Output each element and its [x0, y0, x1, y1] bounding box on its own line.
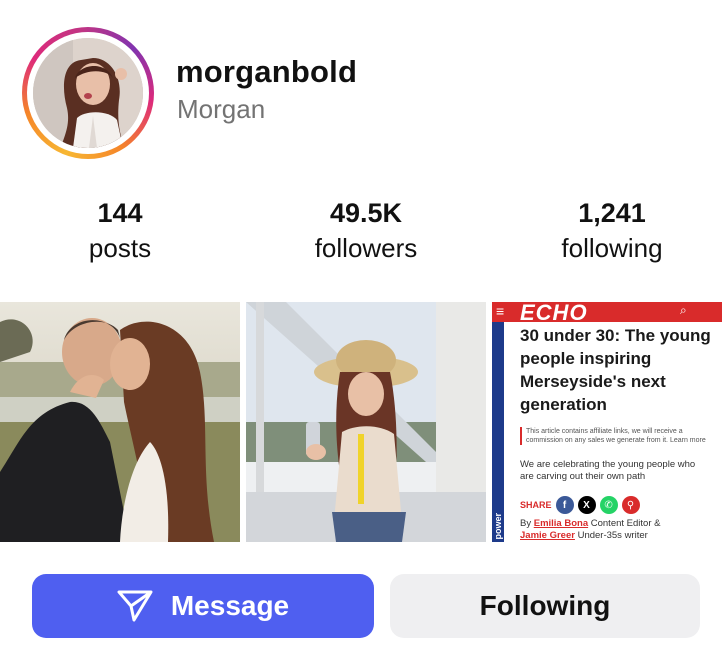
menu-icon: ≡ [496, 303, 505, 319]
stat-posts[interactable]: 144 posts [20, 196, 220, 266]
stat-followers[interactable]: 49.5K followers [266, 196, 466, 266]
profile-actions: Message Following [0, 574, 722, 638]
article-lead: We are celebrating the young people who … [520, 459, 696, 482]
profile-photo [33, 38, 143, 148]
whatsapp-icon: ✆ [599, 496, 618, 514]
x-icon: X [577, 496, 596, 514]
stat-posts-label: posts [88, 233, 152, 263]
article-byline: By Emilia Bona Content Editor & Jamie Gr… [520, 518, 720, 542]
side-strip-text: The power [493, 512, 503, 542]
search-icon: ⌕ [680, 303, 687, 317]
stat-followers-label: followers [314, 233, 418, 263]
message-button-label: Message [170, 590, 290, 621]
post-tile-2[interactable] [246, 302, 486, 542]
message-button[interactable]: Message [32, 574, 374, 638]
send-icon [117, 590, 153, 622]
post-grid: ≡ ECHO ⌕ The power 30 under 30: The youn… [0, 302, 722, 542]
author-2: Jamie Greer [520, 530, 575, 541]
article-title: 30 under 30: The young people inspiring … [520, 326, 711, 414]
full-name: Morgan [177, 94, 266, 124]
side-strip: The power [492, 322, 504, 542]
echo-header-bar: ≡ ECHO ⌕ [492, 302, 722, 325]
post-tile-1[interactable] [0, 302, 240, 542]
stat-following-value: 1,241 [578, 198, 646, 228]
author-2-role: Under-35s writer [577, 530, 648, 541]
following-button-label: Following [479, 590, 611, 621]
author-1: Emilia Bona [533, 518, 589, 529]
link-icon: ⚲ [621, 496, 640, 514]
stat-posts-value: 144 [97, 198, 143, 228]
post-tile-3[interactable]: ≡ ECHO ⌕ The power 30 under 30: The youn… [492, 302, 722, 542]
share-row: SHARE f X ✆ ⚲ [520, 496, 640, 514]
profile-header: morganbold Morgan [0, 0, 722, 170]
share-label: SHARE [520, 500, 552, 510]
stat-following[interactable]: 1,241 following [512, 196, 712, 266]
author-1-role: Content Editor & [590, 518, 661, 529]
byline-prefix: By [520, 518, 532, 529]
following-button[interactable]: Following [390, 574, 700, 638]
facebook-icon: f [555, 496, 574, 514]
echo-logo: ECHO [520, 302, 588, 325]
stat-following-label: following [561, 233, 663, 263]
avatar[interactable] [22, 27, 154, 159]
stat-followers-value: 49.5K [329, 198, 403, 228]
username: morganbold [176, 54, 358, 89]
article-affiliate-note: This article contains affiliate links, w… [520, 427, 706, 445]
profile-stats: 144 posts 49.5K followers 1,241 followin… [0, 196, 722, 276]
